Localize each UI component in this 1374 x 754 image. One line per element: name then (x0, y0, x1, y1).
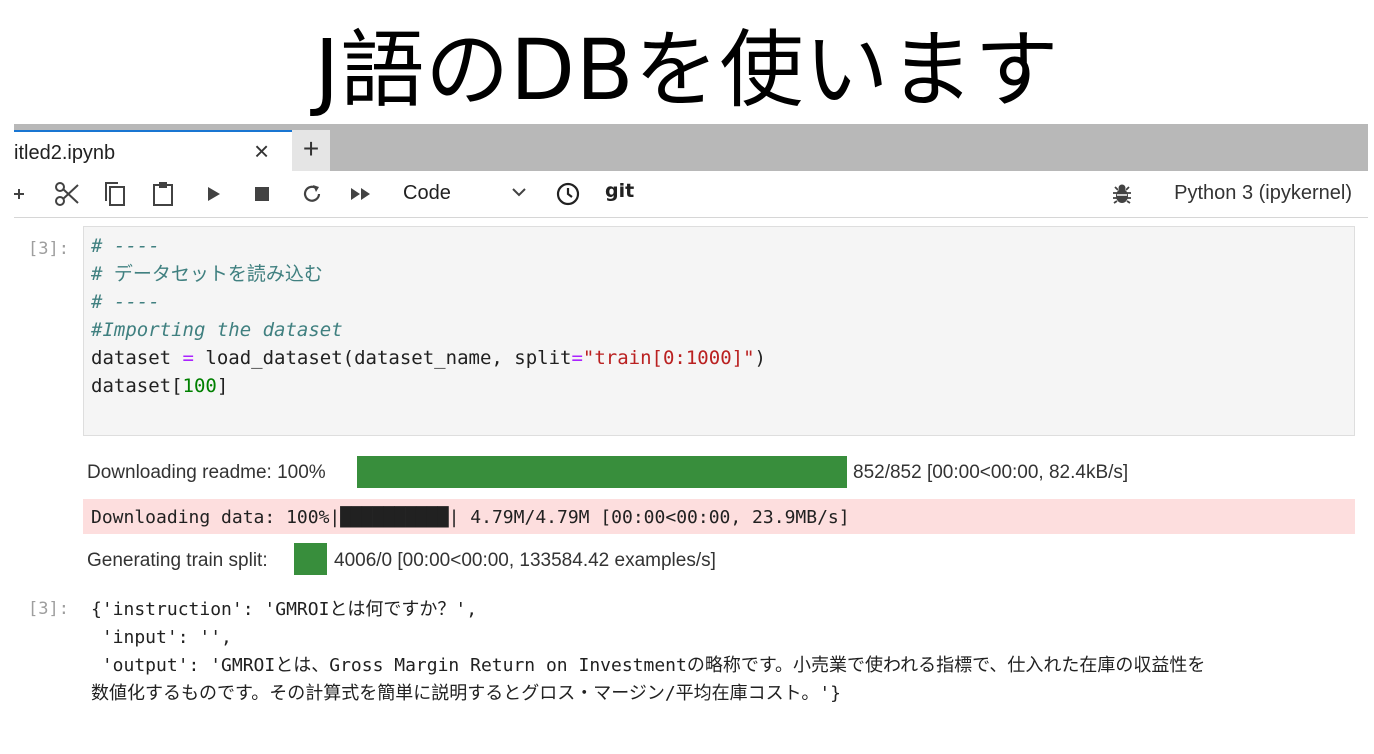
code-token: 100 (182, 375, 217, 397)
add-icon[interactable] (14, 179, 26, 209)
stderr-output: Downloading data: 100%|██████████| 4.79M… (83, 499, 1355, 534)
tab-bar: itled2.ipynb × + (14, 124, 1368, 171)
kernel-status[interactable]: Python 3 (ipykernel) (1174, 182, 1352, 205)
code-token: dataset[ (91, 375, 183, 397)
result-line: 'output': 'GMROIとは、Gross Margin Return o… (91, 655, 1206, 676)
code-token: ] (216, 375, 229, 397)
notebook-toolbar: Code git Python 3 (ipykernel) (14, 171, 1368, 218)
input-prompt: [3]: (28, 239, 69, 259)
code-line: dataset = load_dataset(dataset_name, spl… (91, 345, 766, 372)
split-progress-fill (294, 543, 327, 575)
readme-progress-bar (357, 456, 847, 488)
result-line: 数値化するものです。その計算式を簡単に説明するとグロス・マージン/平均在庫コスト… (91, 683, 841, 704)
readme-progress-label: Downloading readme: 100% (87, 462, 326, 483)
cell-type-select[interactable]: Code (403, 182, 451, 205)
chevron-down-icon[interactable] (511, 185, 527, 203)
split-progress-label: Generating train split: (87, 550, 268, 571)
code-line: dataset[100] (91, 373, 228, 400)
paste-icon[interactable] (150, 179, 176, 209)
result-line: 'input': '', (91, 627, 232, 648)
code-line: # ---- (91, 233, 160, 260)
cut-icon[interactable] (52, 179, 82, 209)
tab-label: itled2.ipynb (14, 142, 116, 164)
tab-notebook[interactable]: itled2.ipynb × (14, 130, 292, 171)
readme-progress-fill (357, 456, 847, 488)
copy-icon[interactable] (102, 179, 128, 209)
data-download-progress: Downloading data: 100%|██████████| 4.79M… (91, 507, 850, 528)
restart-icon[interactable] (300, 179, 324, 209)
code-editor[interactable]: # ---- # データセットを読み込む # ---- #Importing the … (83, 226, 1355, 436)
output-prompt: [3]: (28, 599, 69, 619)
code-token: load_dataset(dataset_name, split (193, 347, 572, 369)
code-token: # ---- (91, 235, 160, 257)
clock-icon[interactable] (554, 179, 582, 209)
code-line: #Importing the dataset (91, 317, 343, 344)
code-token: dataset (91, 347, 183, 369)
run-all-icon[interactable] (348, 179, 374, 209)
git-button[interactable]: git (605, 180, 634, 202)
code-token: # ---- (91, 291, 160, 313)
bug-icon[interactable] (1110, 179, 1134, 209)
split-progress-stats: 4006/0 [00:00<00:00, 133584.42 examples/… (334, 550, 716, 571)
slide-title: J語のDBを使います (314, 21, 1060, 119)
code-token: # データセットを読み込む (91, 263, 323, 285)
code-token: = (571, 347, 583, 369)
code-line: # データセットを読み込む (91, 261, 323, 288)
readme-progress-stats: 852/852 [00:00<00:00, 82.4kB/s] (853, 462, 1129, 483)
code-token: "train[0:1000]" (582, 347, 755, 369)
split-progress-bar (294, 543, 327, 575)
stop-icon[interactable] (252, 179, 272, 209)
close-icon[interactable]: × (254, 136, 269, 167)
code-token: #Importing the dataset (91, 319, 343, 341)
new-tab-button[interactable]: + (292, 130, 330, 171)
code-token: = (182, 347, 194, 369)
result-line: {'instruction': 'GMROIとは何ですか？', (91, 599, 478, 620)
code-line: # ---- (91, 289, 160, 316)
code-token: ) (754, 347, 766, 369)
run-icon[interactable] (204, 179, 224, 209)
